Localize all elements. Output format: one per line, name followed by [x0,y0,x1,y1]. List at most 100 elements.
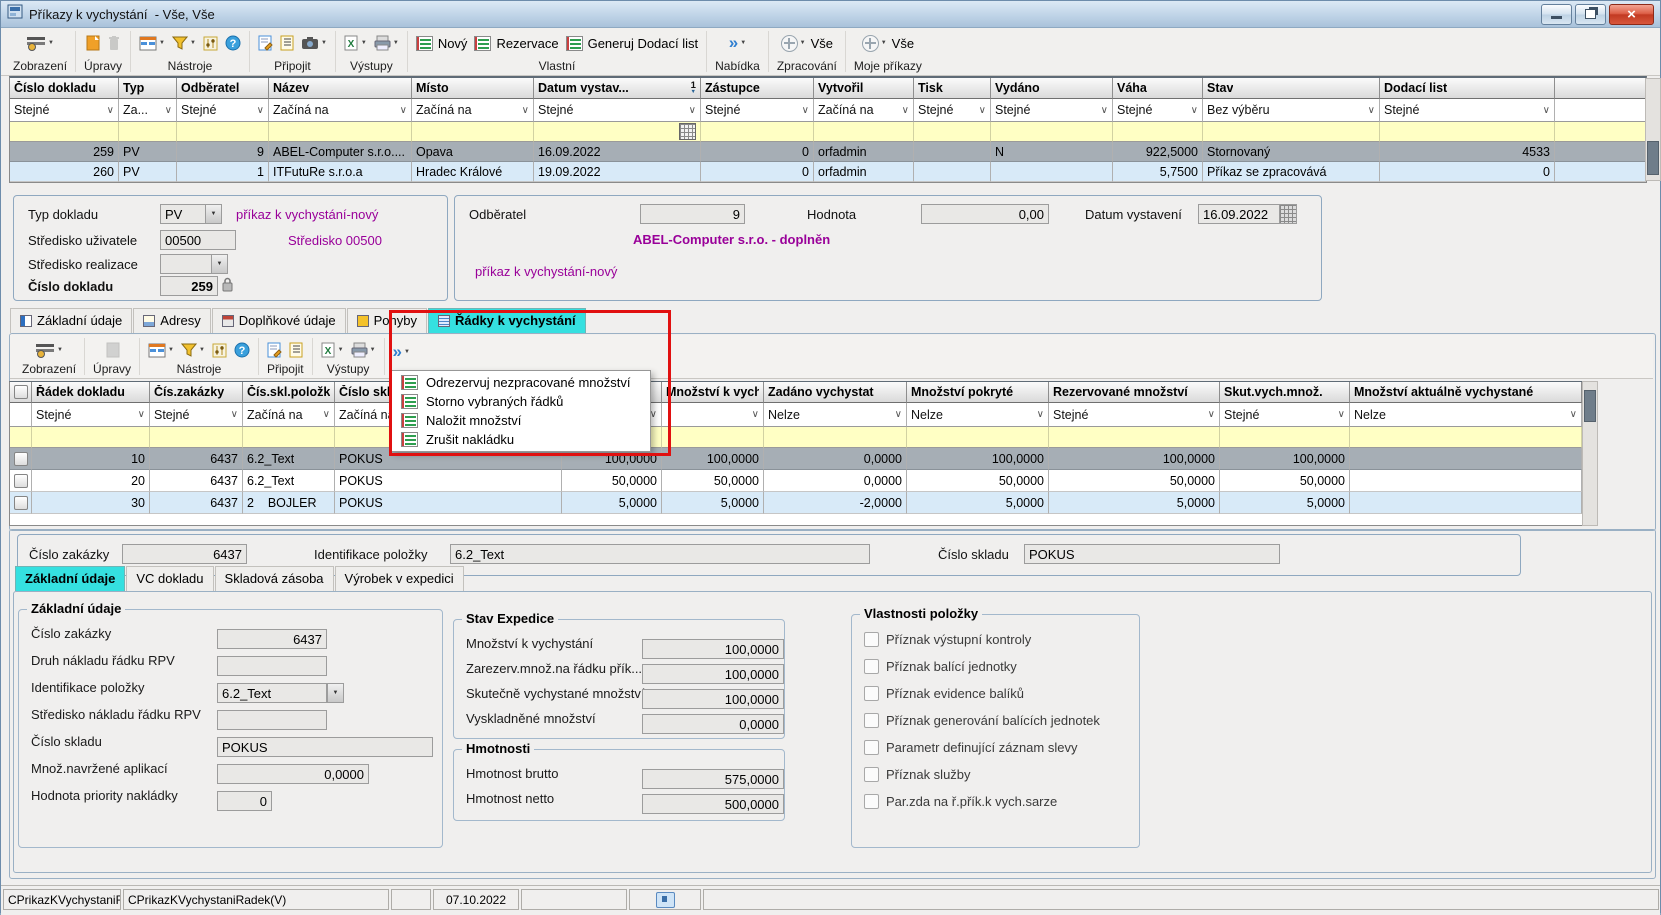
user-centre-input[interactable]: 00500 [160,230,236,250]
filter-input[interactable] [150,427,243,448]
customer-number-input[interactable]: 9 [640,204,745,224]
print-button[interactable]: ▼ [351,342,376,358]
tab-adresy[interactable]: Adresy [133,308,210,333]
reservation-button[interactable]: Rezervace [474,36,558,51]
menu-item[interactable]: Odrezervuj nezpracované množství [392,373,650,392]
column-header[interactable]: Čís.zakázky [150,382,243,403]
column-header[interactable]: Váha [1113,78,1203,99]
close-button[interactable]: × [1609,4,1654,25]
filter-input[interactable] [1113,122,1203,142]
checkbox-4[interactable] [864,740,879,755]
column-header[interactable]: Vytvořil [814,78,914,99]
checkbox-3[interactable] [864,713,879,728]
doc-type-dropdown[interactable]: ▼ [205,204,222,224]
filter-dropdown[interactable]: Stejné∨ [991,99,1113,122]
issue-date-input[interactable]: 16.09.2022 [1198,204,1280,224]
checklist-button[interactable] [289,342,303,358]
tab-v-robek-v-expedici[interactable]: Výrobek v expedici [335,566,464,591]
realization-centre-dropdown[interactable]: ▼ [211,254,228,274]
menu-item[interactable]: Zrušit nakládku [392,430,650,449]
tab-vc-dokladu[interactable]: VC dokladu [126,566,213,591]
filter-input[interactable] [764,427,907,448]
filter-input[interactable] [534,122,701,142]
checkbox-0[interactable] [864,632,879,647]
documents-grid-scrollbar[interactable] [1645,78,1661,181]
column-header[interactable]: Množství pokryté [907,382,1049,403]
menu-item[interactable]: Naložit množství [392,411,650,430]
calendar-icon[interactable] [1279,204,1297,224]
filter-input[interactable] [1350,427,1582,448]
column-header[interactable]: Dodací list [1380,78,1555,99]
help-button[interactable]: ? [225,35,241,51]
column-header[interactable]: Rezervované množství [1049,382,1220,403]
filter-dropdown[interactable]: ∨ [662,403,764,427]
column-header[interactable]: Množství aktuálně vychystané [1350,382,1582,403]
filter-input[interactable] [914,122,991,142]
row-checkbox[interactable] [14,474,28,488]
checkbox-2[interactable] [864,686,879,701]
column-header[interactable] [10,382,32,403]
checkbox-6[interactable] [864,794,879,809]
menu-button[interactable]: »▼ [729,36,746,50]
tab--dky-k-vychyst-n-[interactable]: Řádky k vychystání [428,308,586,333]
filter-input[interactable] [1203,122,1380,142]
filter-dropdown[interactable]: Stejné∨ [1220,403,1350,427]
filter-dropdown[interactable]: Nelze∨ [764,403,907,427]
filter-input[interactable] [243,427,335,448]
excel-export-button[interactable]: X▼ [321,342,344,358]
column-header[interactable]: Tisk [914,78,991,99]
filter-dropdown[interactable]: Stejné∨ [914,99,991,122]
column-header[interactable]: Název [269,78,412,99]
delete-button[interactable] [107,35,121,51]
filter-dropdown[interactable]: Nelze∨ [1350,403,1582,427]
column-header[interactable]: Stav [1203,78,1380,99]
filter-dropdown[interactable]: Stejné∨ [32,403,150,427]
filter-dropdown[interactable]: Stejné∨ [1113,99,1203,122]
tab-pohyby[interactable]: Pohyby [347,308,427,333]
filter-input[interactable] [701,122,814,142]
view-button[interactable]: ▼ [35,342,63,358]
filter-dropdown[interactable]: Stejné∨ [534,99,701,122]
filter-input[interactable] [1220,427,1350,448]
table-row[interactable]: 259PV9ABEL-Computer s.r.o....Opava16.09.… [10,142,1646,162]
column-header[interactable]: Číslo dokladu [10,78,119,99]
excel-export-button[interactable]: X▼ [344,35,367,51]
realization-centre-input[interactable] [160,254,212,274]
filter-dropdown[interactable]: Stejné∨ [1380,99,1555,122]
filter-input[interactable] [814,122,914,142]
filter-dropdown[interactable]: Stejné∨ [1049,403,1220,427]
settings-button[interactable] [212,343,227,358]
tab-dopl-kov-daje[interactable]: Doplňkové údaje [212,308,346,333]
table-row[interactable]: 1064376.2_TextPOKUS100,0000100,00000,000… [10,448,1583,470]
checklist-button[interactable] [280,35,294,51]
filter-dropdown[interactable]: Nelze∨ [907,403,1049,427]
filter-input[interactable] [269,122,412,142]
dropdown-button[interactable]: ▼ [327,683,344,703]
filter-dropdown[interactable]: Začíná na∨ [269,99,412,122]
tab-z-kladn-daje[interactable]: Základní údaje [15,566,125,591]
generate-delivery-note-button[interactable]: Generuj Dodací list [566,36,699,51]
doc-type-input[interactable]: PV [160,204,206,224]
filter-input[interactable] [1380,122,1555,142]
column-header[interactable]: Řádek dokladu [32,382,150,403]
filter-dropdown[interactable]: Začíná na∨ [814,99,914,122]
checkbox-5[interactable] [864,767,879,782]
filter-input[interactable] [177,122,269,142]
column-header[interactable]: Množství k vychystání [662,382,764,403]
restore-button[interactable] [1575,4,1606,25]
note-button[interactable] [267,342,282,358]
checkbox-1[interactable] [864,659,879,674]
view-button[interactable]: ▼ [26,35,54,51]
filter-input[interactable] [1049,427,1220,448]
column-header[interactable]: Čís.skl.položky [243,382,335,403]
select-all-checkbox[interactable] [14,385,28,399]
new-order-button[interactable]: Nový [416,36,468,51]
filter-dropdown[interactable]: Začíná na∨ [243,403,335,427]
edit-button[interactable] [105,342,120,358]
table-row[interactable]: 3064372 BOJLERPOKUS5,00005,0000-2,00005,… [10,492,1583,514]
actions-menu-button[interactable]: »▼ [393,345,410,359]
settings-button[interactable] [203,36,218,51]
processing-filter-button[interactable]: ▼Vše [781,35,833,52]
filter-dropdown[interactable]: Začíná na∨ [412,99,534,122]
column-header[interactable]: Odběratel [177,78,269,99]
